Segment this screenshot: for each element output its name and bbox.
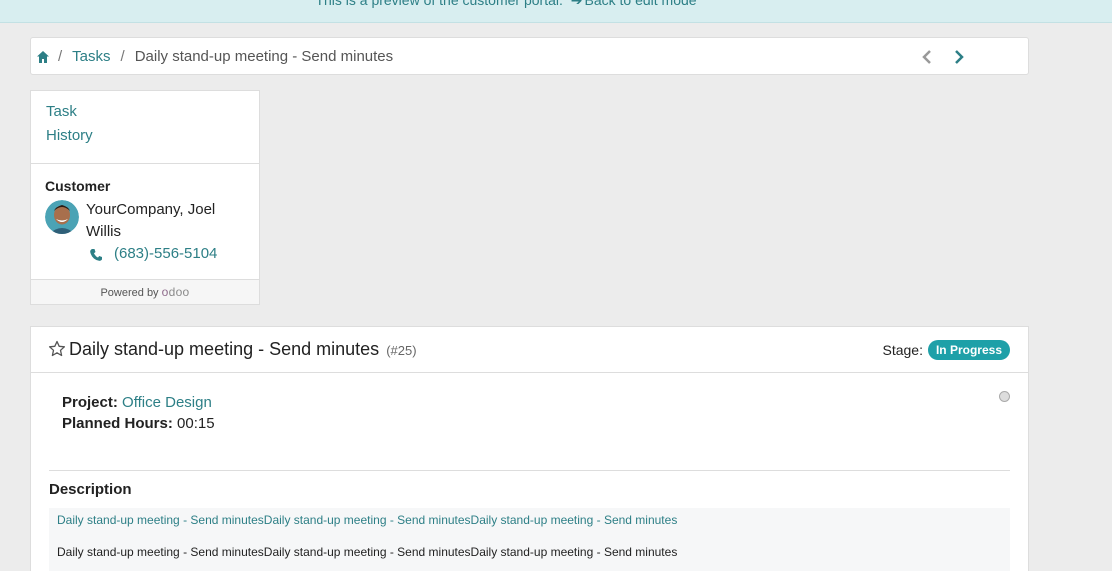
- sidebar-nav: Task History: [31, 91, 259, 164]
- record-pager: [919, 48, 967, 66]
- customer-heading: Customer: [45, 178, 111, 194]
- task-ref: (#25): [386, 343, 417, 358]
- task-card: Daily stand-up meeting - Send minutes (#…: [30, 326, 1029, 571]
- customer-phone-link[interactable]: (683)-556-5104: [114, 243, 217, 265]
- arrow-right-icon: ➔: [570, 0, 583, 8]
- breadcrumb-separator: /: [58, 48, 63, 65]
- breadcrumb-current: Daily stand-up meeting - Send minutes: [134, 48, 394, 65]
- description-link-line[interactable]: Daily stand-up meeting - Send minutesDai…: [57, 513, 1002, 527]
- project-label: Project:: [62, 394, 118, 411]
- breadcrumb-separator: /: [120, 48, 125, 65]
- phone-icon: [89, 247, 103, 261]
- preview-text: This is a preview of the customer portal…: [315, 0, 563, 8]
- customer-name: YourCompany, Joel Willis: [86, 201, 216, 240]
- breadcrumb-bar: / Tasks / Daily stand-up meeting - Send …: [30, 37, 1029, 75]
- stage-badge: In Progress: [927, 340, 1010, 360]
- task-title: Daily stand-up meeting - Send minutes (#…: [69, 339, 417, 360]
- task-title-text: Daily stand-up meeting - Send minutes: [69, 339, 380, 359]
- chevron-right-icon[interactable]: [951, 48, 967, 66]
- back-to-edit-link[interactable]: Back to edit mode: [585, 0, 697, 8]
- divider: [49, 470, 1010, 471]
- sidebar-item-history[interactable]: History: [46, 127, 93, 144]
- task-header: Daily stand-up meeting - Send minutes (#…: [31, 327, 1028, 373]
- breadcrumb: / Tasks / Daily stand-up meeting - Send …: [36, 48, 393, 65]
- planned-hours-label: Planned Hours:: [62, 415, 173, 432]
- task-fields: Project: Office Design Planned Hours: 00…: [62, 392, 215, 434]
- powered-by-footer: Powered by odoo: [31, 279, 259, 304]
- kanban-status-dot: [999, 391, 1010, 402]
- description-body: Daily stand-up meeting - Send minutesDai…: [49, 508, 1010, 571]
- task-stage: Stage: In Progress: [882, 340, 1010, 360]
- stage-label: Stage:: [882, 342, 923, 358]
- breadcrumb-tasks-link[interactable]: Tasks: [72, 48, 110, 65]
- star-icon[interactable]: [48, 340, 66, 358]
- planned-hours-value: 00:15: [177, 415, 215, 432]
- preview-banner: This is a preview of the customer portal…: [0, 0, 1112, 23]
- home-icon[interactable]: [36, 50, 50, 64]
- powered-by-label: Powered by: [100, 287, 159, 299]
- customer-section: Customer YourCompany, Joel Willis (683)-…: [31, 164, 259, 265]
- chevron-left-icon[interactable]: [919, 48, 935, 66]
- description-text-line: Daily stand-up meeting - Send minutesDai…: [57, 545, 678, 559]
- customer-avatar: [45, 200, 79, 234]
- odoo-logo[interactable]: odoo: [162, 285, 190, 299]
- project-link[interactable]: Office Design: [122, 394, 212, 411]
- sidebar-item-task[interactable]: Task: [46, 103, 77, 120]
- sidebar-card: Task History Customer YourCompany, Joel …: [30, 90, 260, 305]
- description-heading: Description: [49, 481, 132, 498]
